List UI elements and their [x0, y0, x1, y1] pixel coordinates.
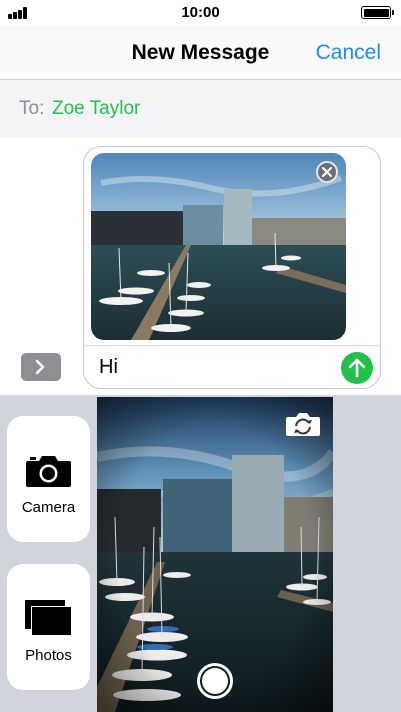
- navigation-bar: New Message Cancel: [0, 26, 401, 80]
- status-time: 10:00: [181, 4, 220, 21]
- remove-attachment-button[interactable]: [316, 161, 338, 183]
- camera-viewfinder[interactable]: [97, 397, 333, 712]
- photos-stack-icon: [25, 600, 72, 636]
- send-button[interactable]: [341, 352, 373, 384]
- arrow-up-icon: [348, 358, 366, 378]
- flip-camera-icon: [286, 413, 320, 436]
- photos-button[interactable]: Photos: [7, 564, 90, 690]
- chevron-right-icon: [35, 359, 45, 375]
- photo-picker-panel: Camera Photos: [0, 395, 401, 712]
- flip-camera-button[interactable]: [285, 411, 321, 437]
- expand-apps-button[interactable]: [21, 353, 61, 381]
- recipient-name[interactable]: Zoe Taylor: [52, 98, 140, 120]
- message-bubble: Hi: [83, 146, 381, 389]
- cancel-button[interactable]: Cancel: [316, 41, 381, 65]
- close-icon: [322, 167, 332, 177]
- message-input[interactable]: Hi: [99, 356, 118, 379]
- photo-harbour-thumbnail: [91, 153, 346, 340]
- photos-label: Photos: [25, 647, 72, 664]
- status-bar: 10:00: [0, 0, 401, 26]
- compose-area: Hi: [0, 138, 401, 395]
- camera-button[interactable]: Camera: [7, 416, 90, 542]
- to-label: To:: [19, 98, 45, 119]
- camera-label: Camera: [21, 499, 76, 516]
- photo-attachment[interactable]: [91, 153, 346, 340]
- battery-full-icon: [361, 6, 394, 19]
- shutter-button[interactable]: [197, 663, 233, 699]
- bubble-divider: [84, 345, 380, 346]
- recipient-field[interactable]: To: Zoe Taylor: [0, 80, 401, 138]
- camera-icon: [26, 456, 71, 487]
